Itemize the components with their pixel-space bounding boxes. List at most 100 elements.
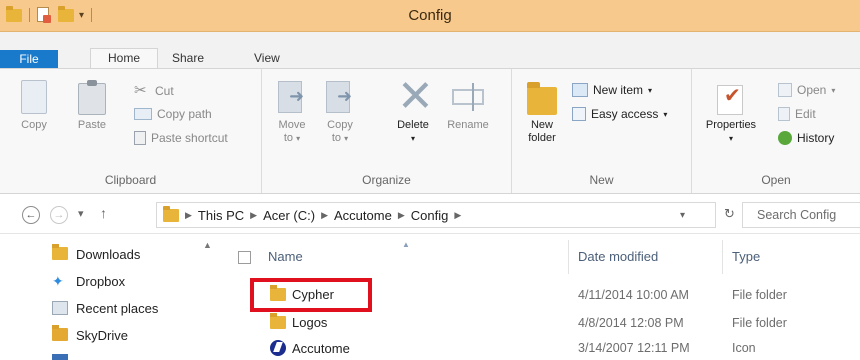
organize-group-label: Organize bbox=[362, 173, 411, 187]
copy-path-button[interactable]: Copy path bbox=[134, 107, 212, 121]
open-label: Open bbox=[797, 83, 827, 97]
sort-ascending-icon: ▲ bbox=[402, 240, 410, 249]
chevron-down-icon: ▾ bbox=[344, 134, 349, 143]
copy-to-label-2: to bbox=[331, 132, 342, 144]
history-label: History bbox=[797, 131, 835, 145]
tab-share[interactable]: Share bbox=[172, 51, 204, 68]
properties-icon bbox=[717, 85, 743, 115]
folder-icon bbox=[270, 313, 286, 329]
copy-icon bbox=[21, 80, 47, 114]
paste-button[interactable]: Paste bbox=[72, 79, 112, 132]
breadcrumb-accutome[interactable]: Accutome bbox=[334, 208, 392, 223]
up-button[interactable]: ↑ bbox=[100, 205, 107, 221]
back-button[interactable]: ← bbox=[22, 206, 40, 224]
open-group-label: Open bbox=[761, 173, 791, 187]
paste-shortcut-button[interactable]: Paste shortcut bbox=[134, 131, 228, 145]
easy-access-button[interactable]: Easy access ▾ bbox=[572, 107, 667, 121]
file-type: File folder bbox=[732, 316, 787, 330]
breadcrumb-this-pc[interactable]: This PC bbox=[198, 208, 244, 223]
new-folder-label-2: folder bbox=[528, 132, 556, 144]
breadcrumb-chevron-icon[interactable]: ▶ bbox=[321, 210, 328, 221]
nav-item-skydrive[interactable]: SkyDrive bbox=[52, 325, 128, 345]
chevron-down-icon: ▾ bbox=[831, 85, 836, 95]
nav-item-downloads[interactable]: Downloads bbox=[52, 244, 140, 264]
move-to-label: Move bbox=[278, 119, 306, 131]
copy-to-icon bbox=[326, 81, 352, 113]
file-name: Logos bbox=[292, 315, 328, 330]
nav-item-label: Recent places bbox=[76, 300, 159, 316]
new-folder-button[interactable]: New folder bbox=[520, 79, 564, 145]
edit-button[interactable]: Edit bbox=[778, 107, 816, 121]
nav-item-dropbox[interactable]: ✦ Dropbox bbox=[52, 271, 125, 291]
organize-group: Move to ▾ Copy to ▾ ✕ Delete ▾ Rename Or… bbox=[262, 69, 512, 193]
breadcrumb-chevron-icon[interactable]: ▶ bbox=[398, 210, 405, 221]
back-arrow-icon: ← bbox=[25, 209, 37, 221]
ribbon: Copy Paste ✂ Cut Copy path Paste shortcu… bbox=[0, 68, 860, 194]
folder-icon bbox=[163, 205, 179, 222]
recent-locations-dropdown[interactable]: ▾ bbox=[78, 207, 84, 220]
address-bar[interactable]: ▶ This PC ▶ Acer (C:) ▶ Accutome ▶ Confi… bbox=[156, 202, 716, 228]
open-button[interactable]: Open ▾ bbox=[778, 83, 835, 97]
edit-label: Edit bbox=[795, 107, 816, 121]
file-name: Accutome bbox=[292, 340, 350, 356]
column-header-date-modified[interactable]: Date modified bbox=[578, 249, 658, 264]
forward-arrow-icon: → bbox=[53, 209, 65, 221]
column-divider[interactable] bbox=[722, 240, 723, 274]
file-date: 4/11/2014 10:00 AM bbox=[578, 288, 689, 302]
copy-path-label: Copy path bbox=[157, 107, 212, 121]
accutome-icon bbox=[270, 340, 286, 356]
history-button[interactable]: History bbox=[778, 131, 834, 145]
nav-item-recent-places[interactable]: Recent places bbox=[52, 298, 158, 318]
rename-button[interactable]: Rename bbox=[440, 79, 496, 132]
paste-shortcut-icon bbox=[134, 131, 146, 145]
copy-to-button[interactable]: Copy to ▾ bbox=[320, 79, 360, 145]
downloads-icon bbox=[52, 244, 68, 261]
address-dropdown-icon[interactable]: ▾ bbox=[680, 210, 685, 221]
column-header-type[interactable]: Type bbox=[732, 249, 760, 264]
refresh-icon[interactable]: ↻ bbox=[724, 206, 735, 222]
properties-button[interactable]: Properties ▾ bbox=[698, 79, 764, 145]
address-row: ← → ▾ ↑ ▶ This PC ▶ Acer (C:) ▶ Accutome… bbox=[0, 196, 860, 234]
new-item-label: New item bbox=[593, 83, 644, 97]
breadcrumb-drive[interactable]: Acer (C:) bbox=[263, 208, 315, 223]
breadcrumb-chevron-icon[interactable]: ▶ bbox=[185, 210, 192, 221]
new-item-button[interactable]: New item ▾ bbox=[572, 83, 652, 97]
breadcrumb-config[interactable]: Config bbox=[411, 208, 449, 223]
table-row[interactable]: Accutome 3/14/2007 12:11 PM Icon bbox=[232, 337, 860, 359]
nav-item-label: Dropbox bbox=[76, 273, 126, 289]
tab-file[interactable]: File bbox=[0, 50, 58, 68]
tab-home[interactable]: Home bbox=[90, 48, 158, 68]
delete-icon: ✕ bbox=[397, 72, 434, 121]
cut-label: Cut bbox=[155, 84, 174, 98]
new-group-label: New bbox=[589, 173, 614, 187]
column-header-name[interactable]: Name bbox=[268, 249, 303, 264]
select-all-checkbox[interactable] bbox=[238, 251, 251, 264]
chevron-down-icon: ▾ bbox=[410, 134, 415, 143]
open-icon bbox=[778, 83, 792, 97]
move-to-icon bbox=[278, 81, 304, 113]
skydrive-icon bbox=[52, 325, 68, 342]
paste-label: Paste bbox=[77, 119, 107, 131]
edit-icon bbox=[778, 107, 790, 121]
navigation-pane: ▲ Downloads ✦ Dropbox Recent places SkyD… bbox=[0, 234, 232, 360]
file-type: File folder bbox=[732, 288, 787, 302]
breadcrumb-chevron-icon[interactable]: ▶ bbox=[454, 210, 461, 221]
table-row[interactable]: Logos 4/8/2014 12:08 PM File folder bbox=[232, 312, 860, 334]
forward-button[interactable]: → bbox=[50, 206, 68, 224]
clipboard-icon bbox=[78, 80, 106, 115]
rename-icon bbox=[452, 83, 484, 111]
delete-button[interactable]: ✕ Delete ▾ bbox=[388, 75, 438, 145]
tab-view[interactable]: View bbox=[254, 51, 280, 68]
scroll-up-icon[interactable]: ▲ bbox=[203, 240, 212, 250]
move-to-button[interactable]: Move to ▾ bbox=[272, 79, 312, 145]
breadcrumb-chevron-icon[interactable]: ▶ bbox=[250, 210, 257, 221]
properties-label: Properties bbox=[705, 119, 757, 131]
dropbox-icon: ✦ bbox=[52, 273, 64, 289]
search-input[interactable]: Search Config bbox=[742, 202, 860, 228]
copy-button[interactable]: Copy bbox=[14, 79, 54, 132]
easy-access-icon bbox=[572, 107, 586, 121]
cut-button[interactable]: ✂ Cut bbox=[134, 83, 174, 99]
highlight-box bbox=[250, 278, 372, 312]
easy-access-label: Easy access bbox=[591, 107, 659, 121]
column-divider[interactable] bbox=[568, 240, 569, 274]
